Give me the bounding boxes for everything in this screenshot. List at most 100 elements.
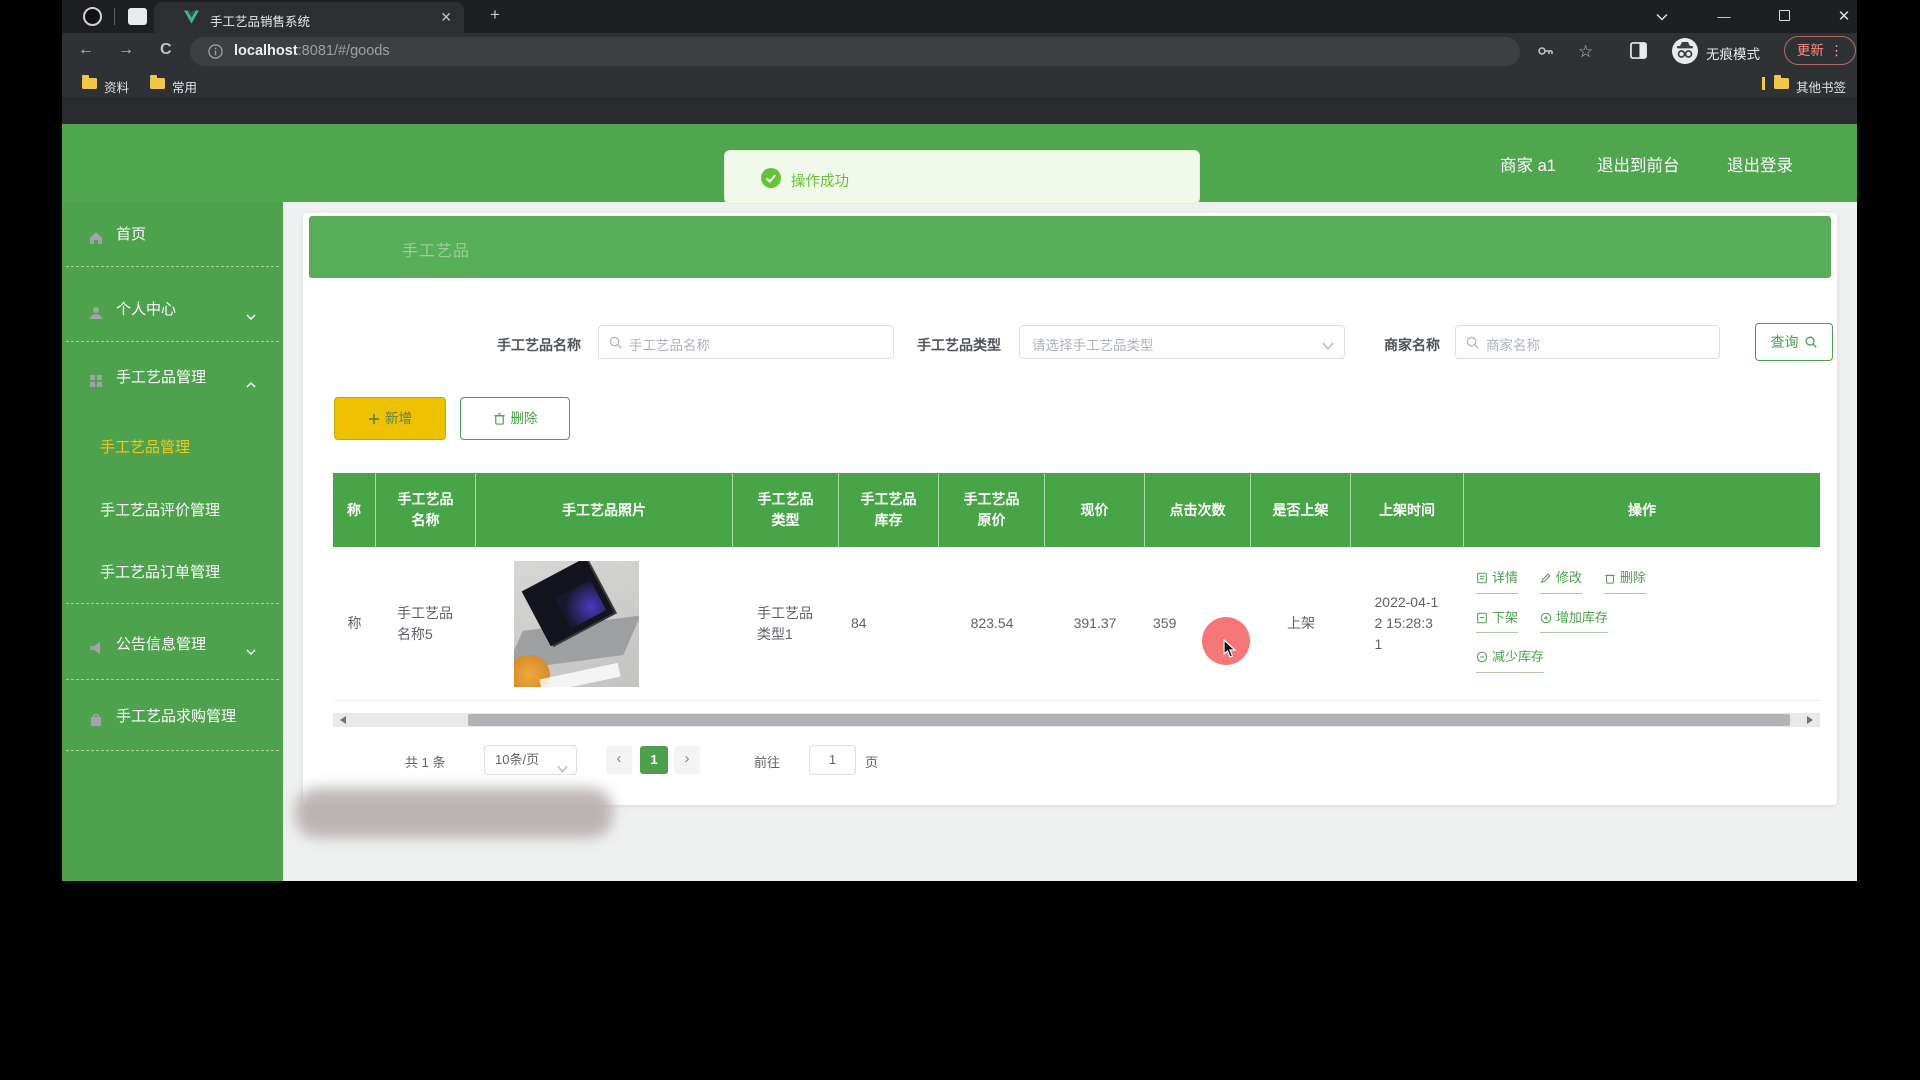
divider xyxy=(66,266,279,267)
folder-icon xyxy=(150,78,165,89)
off-shelf-button[interactable]: 下架 xyxy=(1476,608,1518,634)
tab-close-icon[interactable]: ✕ xyxy=(440,9,452,26)
divider xyxy=(66,679,279,680)
home-icon xyxy=(88,227,104,243)
scrollbar-thumb[interactable] xyxy=(468,714,1790,726)
screen: 手工艺品销售系统 ✕ + — ✕ ← → C localhost:8081/#/… xyxy=(0,0,1920,1080)
panel-title: 手工艺品 xyxy=(402,237,470,261)
update-button[interactable]: 更新⋮ xyxy=(1784,36,1856,65)
chevron-down-icon xyxy=(557,756,568,766)
goods-type-placeholder: 请选择手工艺品类型 xyxy=(1032,334,1154,354)
merchant-name-input[interactable]: 商家名称 xyxy=(1455,325,1720,359)
tab-title: 手工艺品销售系统 xyxy=(210,11,310,30)
cell-stock: 84 xyxy=(839,547,939,700)
reload-icon[interactable]: C xyxy=(160,41,172,59)
goods-name-input[interactable]: 手工艺品名称 xyxy=(598,325,894,359)
edit-button[interactable]: 修改 xyxy=(1540,568,1582,594)
cell-photo xyxy=(476,547,733,700)
sidebar-subitem-review-management[interactable]: 手工艺品评价管理 xyxy=(62,496,283,526)
add-stock-button[interactable]: 增加库存 xyxy=(1540,608,1608,634)
chevron-down-icon xyxy=(245,304,257,316)
incognito-icon xyxy=(1672,38,1698,64)
cursor-highlight xyxy=(1202,617,1250,665)
search-button[interactable]: 查询 xyxy=(1755,323,1833,361)
exit-to-front-link[interactable]: 退出到前台 xyxy=(1597,152,1680,176)
site-info-icon[interactable] xyxy=(208,44,223,64)
column-header-status: 是否上架 xyxy=(1251,473,1351,547)
goto-page-input[interactable]: 1 xyxy=(809,745,856,775)
page-top-gap xyxy=(62,97,1857,124)
logout-link[interactable]: 退出登录 xyxy=(1727,152,1793,176)
panel-header: 手工艺品 xyxy=(309,216,1831,278)
merchant-name: 商家 a1 xyxy=(1500,152,1556,176)
divider xyxy=(66,341,279,342)
column-header-actions: 操作 xyxy=(1464,473,1820,547)
column-header-photo: 手工艺品照片 xyxy=(476,473,733,547)
goods-table: 称 手工艺品名称 手工艺品照片 手工艺品类型 手工艺品库存 手工艺品原价 现价 … xyxy=(333,473,1820,701)
goods-name-label: 手工艺品名称 xyxy=(469,335,581,355)
column-header-clicks: 点击次数 xyxy=(1145,473,1251,547)
prev-page-button[interactable]: ‹ xyxy=(606,746,632,774)
table-row[interactable]: 称 手工艺品名称5 手工艺品类型1 84 823.54 391.37 xyxy=(333,547,1820,701)
sidebar-subitem-goods-management[interactable]: 手工艺品管理 xyxy=(62,433,283,463)
omnibox[interactable]: localhost:8081/#/goods xyxy=(190,37,1520,66)
horizontal-scrollbar[interactable] xyxy=(333,713,1820,727)
search-icon xyxy=(608,335,623,350)
page-unit-label: 页 xyxy=(865,752,878,771)
window-minimize-button[interactable]: — xyxy=(1704,4,1744,29)
goods-type-label: 手工艺品类型 xyxy=(893,335,1001,355)
user-icon xyxy=(88,302,104,318)
scroll-left-icon[interactable] xyxy=(340,716,346,724)
main-panel: 手工艺品 手工艺品名称 手工艺品名称 手工艺品类型 请选择手工艺品类型 商家名称… xyxy=(303,213,1837,805)
sidebar-item-personal-center[interactable]: 个人中心 xyxy=(62,295,283,325)
goods-type-select[interactable]: 请选择手工艺品类型 xyxy=(1019,325,1345,359)
divider xyxy=(1762,77,1765,90)
bookmark-folder-1[interactable]: 资料 xyxy=(104,77,129,96)
current-page-button[interactable]: 1 xyxy=(640,746,668,774)
total-count: 共 1 条 xyxy=(405,752,445,771)
bag-icon xyxy=(88,709,104,725)
new-tab-button[interactable]: + xyxy=(490,5,500,25)
column-header-shelf-time: 上架时间 xyxy=(1351,473,1464,547)
reduce-stock-button[interactable]: 减少库存 xyxy=(1476,647,1544,673)
browser-tab[interactable]: 手工艺品销售系统 ✕ xyxy=(154,2,464,33)
sidebar-item-home[interactable]: 首页 xyxy=(62,220,283,250)
row-delete-button[interactable]: 删除 xyxy=(1604,568,1646,594)
window-close-button[interactable]: ✕ xyxy=(1824,4,1857,29)
pinned-tab-icon[interactable] xyxy=(128,8,147,25)
other-bookmarks[interactable]: 其他书签 xyxy=(1796,77,1846,96)
window-restore-button[interactable] xyxy=(1764,4,1804,29)
page-size-select[interactable]: 10条/页 xyxy=(484,745,577,775)
sidebar-subitem-order-management[interactable]: 手工艺品订单管理 xyxy=(62,558,283,588)
goods-photo[interactable] xyxy=(514,561,639,687)
password-key-icon[interactable] xyxy=(1536,42,1556,62)
bookmark-star-icon[interactable]: ☆ xyxy=(1578,42,1598,62)
merchant-name-label: 商家名称 xyxy=(1363,335,1440,355)
add-button[interactable]: 新增 xyxy=(334,397,446,440)
folder-icon xyxy=(1774,78,1789,89)
scroll-right-icon[interactable] xyxy=(1807,716,1813,724)
column-header-partial: 称 xyxy=(333,473,376,547)
sidebar-item-notice-management[interactable]: 公告信息管理 xyxy=(62,630,283,660)
mouse-cursor-icon xyxy=(1223,639,1241,659)
check-circle-icon xyxy=(761,168,781,188)
side-panel-icon[interactable] xyxy=(1630,42,1650,62)
detail-button[interactable]: 详情 xyxy=(1476,568,1518,594)
menu-dots-icon: ⋮ xyxy=(1830,43,1844,58)
forward-icon[interactable]: → xyxy=(118,41,134,59)
window-expand-icon[interactable] xyxy=(1642,4,1682,29)
next-page-button[interactable]: › xyxy=(674,746,700,774)
column-header-name: 手工艺品名称 xyxy=(376,473,476,547)
column-header-stock: 手工艺品库存 xyxy=(839,473,939,547)
sidebar-item-purchase-management[interactable]: 手工艺品求购管理 xyxy=(62,702,283,732)
chevron-up-icon xyxy=(245,372,257,384)
sidebar-item-goods-management[interactable]: 手工艺品管理 xyxy=(62,363,283,393)
table-header-row: 称 手工艺品名称 手工艺品照片 手工艺品类型 手工艺品库存 手工艺品原价 现价 … xyxy=(333,473,1820,547)
cell-shelf-time: 2022-04-12 15:28:31 xyxy=(1351,547,1464,700)
back-icon[interactable]: ← xyxy=(78,41,94,59)
divider xyxy=(66,750,279,751)
bookmark-folder-2[interactable]: 常用 xyxy=(172,77,197,96)
column-header-price: 现价 xyxy=(1045,473,1145,547)
delete-button[interactable]: 删除 xyxy=(460,397,570,440)
cell-original-price: 823.54 xyxy=(939,547,1045,700)
